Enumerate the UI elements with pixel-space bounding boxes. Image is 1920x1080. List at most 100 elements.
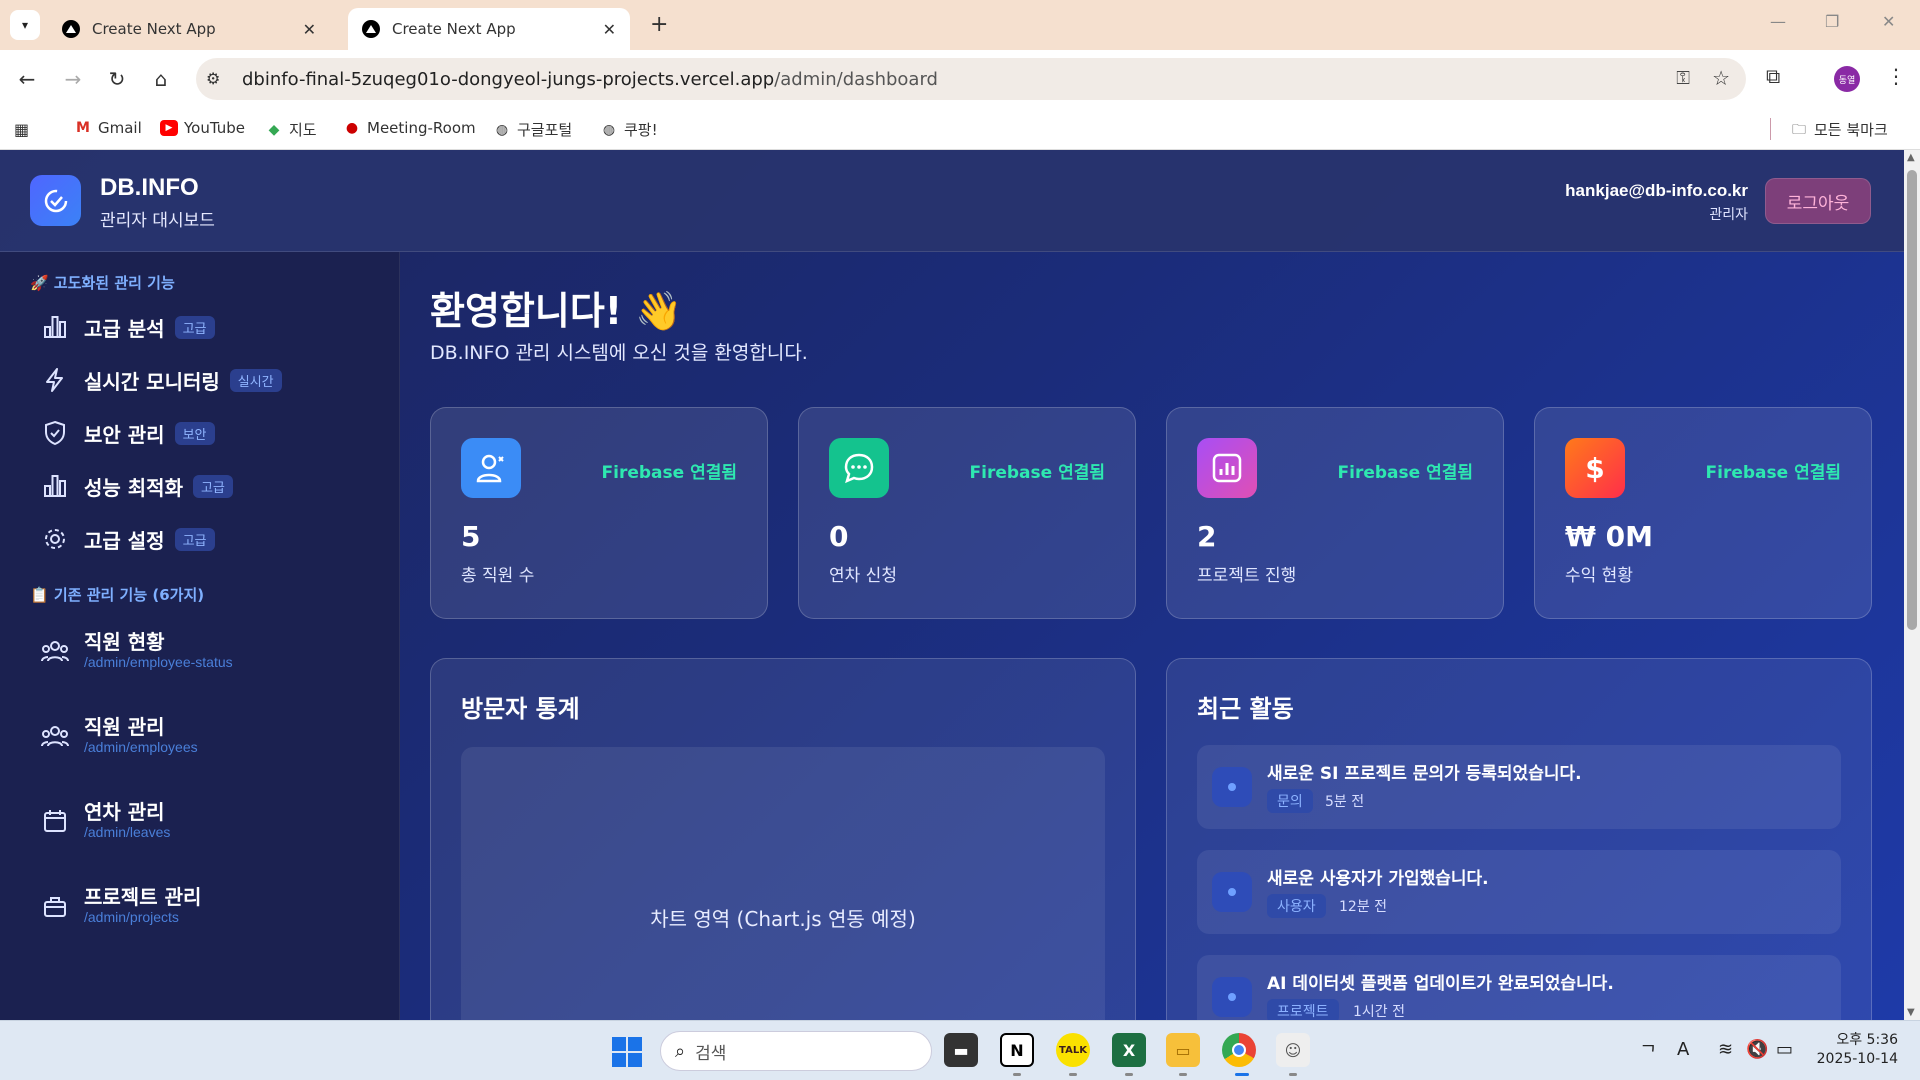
- scrollbar-thumb[interactable]: [1907, 170, 1917, 630]
- stat-label: 수익 현황: [1565, 566, 1633, 586]
- sidebar-item-label: 직원 현황: [84, 630, 165, 654]
- sidebar-item-realtime-monitoring[interactable]: 실시간 모니터링 실시간: [40, 365, 282, 395]
- panel-title: 방문자 통계: [461, 695, 580, 723]
- site-info-icon[interactable]: ⚙: [206, 69, 220, 88]
- sidebar-item-advanced-analytics[interactable]: 고급 분석 고급: [40, 312, 215, 342]
- windows-start-icon[interactable]: [612, 1037, 642, 1067]
- minimize-icon[interactable]: —: [1770, 12, 1786, 31]
- stat-card-projects: Firebase 연결됨 2 프로젝트 진행: [1166, 407, 1504, 619]
- app-header: DB.INFO 관리자 대시보드 hankjae@db-info.co.kr 관…: [0, 150, 1904, 252]
- sidebar-item-path: /admin/employee-status: [84, 654, 233, 670]
- excel-icon[interactable]: X: [1112, 1033, 1146, 1067]
- globe-icon: ◍: [495, 121, 509, 138]
- forward-icon[interactable]: →: [58, 64, 88, 94]
- bookmark-gmail[interactable]: M Gmail: [74, 119, 142, 137]
- bookmark-google-portal[interactable]: ◍ 구글포털: [493, 119, 572, 140]
- address-bar[interactable]: ⚙ dbinfo-final-5zuqeg01o-dongyeol-jungs-…: [196, 58, 1746, 100]
- stat-label: 연차 신청: [829, 566, 897, 586]
- activity-tag: 문의: [1267, 789, 1313, 813]
- sidebar-item-advanced-settings[interactable]: 고급 설정 고급: [40, 524, 215, 554]
- more-menu-icon[interactable]: ⋮: [1886, 64, 1906, 88]
- restore-icon[interactable]: ❐: [1825, 12, 1839, 31]
- nextjs-favicon-icon: [362, 20, 380, 38]
- speaker-muted-icon[interactable]: 🔇: [1746, 1039, 1768, 1060]
- browser-tab[interactable]: Create Next App ✕: [48, 8, 330, 50]
- stat-card-revenue: $ Firebase 연결됨 ₩ 0M 수익 현황: [1534, 407, 1872, 619]
- extensions-icon[interactable]: ⧉: [1766, 64, 1780, 88]
- bookmark-youtube[interactable]: ▶ YouTube: [160, 119, 245, 137]
- activity-title: AI 데이터셋 플랫폼 업데이트가 완료되었습니다.: [1267, 974, 1614, 994]
- apps-grid-icon[interactable]: ▦: [14, 120, 29, 139]
- close-icon[interactable]: ✕: [303, 20, 316, 39]
- logout-button[interactable]: 로그아웃: [1765, 178, 1871, 224]
- url-text[interactable]: dbinfo-final-5zuqeg01o-dongyeol-jungs-pr…: [242, 69, 938, 90]
- sidebar-item-security[interactable]: 보안 관리 보안: [40, 418, 215, 448]
- wifi-icon[interactable]: ≋: [1718, 1039, 1733, 1060]
- ime-icon[interactable]: A: [1677, 1039, 1689, 1060]
- lightning-icon: [40, 365, 70, 395]
- clock-time[interactable]: 오후 5:36: [1828, 1029, 1898, 1049]
- browser-toolbar: ← → ↻ ⌂ ⚙ dbinfo-final-5zuqeg01o-dongyeo…: [0, 50, 1920, 108]
- activity-dot-icon: [1212, 872, 1252, 912]
- activity-item[interactable]: 새로운 사용자가 가입했습니다. 사용자 12분 전: [1197, 850, 1841, 934]
- sidebar-badge: 실시간: [229, 368, 282, 392]
- sidebar-badge: 고급: [192, 474, 233, 498]
- bar-chart-icon: [40, 312, 70, 342]
- clock-date[interactable]: 2025-10-14: [1810, 1051, 1898, 1067]
- stat-label: 총 직원 수: [461, 566, 535, 586]
- user-icon: [461, 438, 521, 498]
- scroll-up-icon[interactable]: ▲: [1907, 152, 1915, 163]
- bookmark-star-icon[interactable]: ☆: [1712, 66, 1730, 90]
- bookmark-label: Gmail: [98, 119, 142, 137]
- chrome-icon[interactable]: [1222, 1033, 1256, 1067]
- running-indicator: [1125, 1073, 1133, 1076]
- page-scrollbar[interactable]: ▲ ▼: [1904, 150, 1920, 1020]
- task-view-icon[interactable]: ▬: [944, 1033, 978, 1067]
- tray-overflow-icon[interactable]: ᄀ: [1640, 1039, 1657, 1065]
- recent-activity-panel: 최근 활동 새로운 SI 프로젝트 문의가 등록되었습니다. 문의 5분 전 새…: [1166, 658, 1872, 1020]
- taskbar-search[interactable]: ⌕ 검색: [660, 1031, 932, 1071]
- calendar-icon: [40, 806, 70, 836]
- sidebar-section-advanced: 🚀 고도화된 관리 기능: [30, 274, 175, 292]
- globe-icon: ◍: [602, 121, 616, 138]
- bookmark-coupang[interactable]: ◍ 쿠팡!: [600, 119, 658, 140]
- activity-item[interactable]: 새로운 SI 프로젝트 문의가 등록되었습니다. 문의 5분 전: [1197, 745, 1841, 829]
- welcome-subtitle: DB.INFO 관리 시스템에 오신 것을 환영합니다.: [430, 342, 808, 364]
- sidebar-item-label: 보안 관리: [84, 422, 165, 447]
- taskbar: ⌕ 검색 ▬ N TALK X ▭ ☺ ᄀ A ≋ 🔇 ▭ 오후 5:36 20…: [0, 1020, 1920, 1080]
- sidebar-item-label: 고급 분석: [84, 316, 165, 341]
- kakaotalk-icon[interactable]: TALK: [1056, 1033, 1090, 1067]
- chat-icon: [829, 438, 889, 498]
- tab-title: Create Next App: [392, 20, 516, 38]
- activity-dot-icon: [1212, 977, 1252, 1017]
- home-icon[interactable]: ⌂: [146, 64, 176, 94]
- youtube-icon: ▶: [160, 120, 178, 136]
- back-icon[interactable]: ←: [12, 64, 42, 94]
- window-close-icon[interactable]: ✕: [1882, 12, 1895, 31]
- new-tab-button[interactable]: +: [650, 12, 668, 37]
- bookmark-label: 지도: [289, 121, 317, 139]
- password-key-icon[interactable]: ⚿: [1676, 68, 1690, 89]
- reload-icon[interactable]: ↻: [102, 64, 132, 94]
- bookmark-label: Meeting-Room: [367, 119, 476, 137]
- mascot-app-icon[interactable]: ☺: [1276, 1033, 1310, 1067]
- sidebar-item-label: 실시간 모니터링: [84, 369, 220, 394]
- tab-search-button[interactable]: ▾: [10, 10, 40, 40]
- file-explorer-icon[interactable]: ▭: [1166, 1033, 1200, 1067]
- activity-time: 5분 전: [1325, 794, 1365, 810]
- scroll-down-icon[interactable]: ▼: [1907, 1007, 1915, 1018]
- nextjs-favicon-icon: [62, 20, 80, 38]
- activity-item[interactable]: AI 데이터셋 플랫폼 업데이트가 완료되었습니다. 프로젝트 1시간 전: [1197, 955, 1841, 1020]
- all-bookmarks[interactable]: 🗀 모든 북마크: [1790, 119, 1888, 140]
- close-icon[interactable]: ✕: [603, 20, 616, 39]
- stat-card-leaves: Firebase 연결됨 0 연차 신청: [798, 407, 1136, 619]
- sidebar-item-performance[interactable]: 성능 최적화 고급: [40, 471, 233, 501]
- battery-icon[interactable]: ▭: [1776, 1039, 1793, 1060]
- bookmark-maps[interactable]: ◆ 지도: [265, 119, 317, 140]
- profile-avatar[interactable]: 동열: [1834, 66, 1860, 92]
- panel-title: 최근 활동: [1197, 695, 1294, 723]
- search-placeholder: 검색: [695, 1043, 727, 1064]
- browser-tab-active[interactable]: Create Next App ✕: [348, 8, 630, 50]
- notion-icon[interactable]: N: [1000, 1033, 1034, 1067]
- bookmark-meeting-room[interactable]: ● Meeting-Room: [343, 119, 476, 137]
